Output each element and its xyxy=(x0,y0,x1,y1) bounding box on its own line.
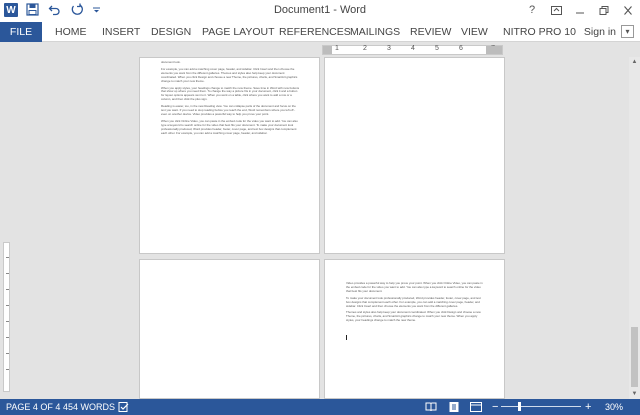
ruler-right-margin xyxy=(486,46,502,54)
title-bar: W Document1 - Word ? xyxy=(0,0,640,22)
proofing-icon[interactable] xyxy=(118,402,130,412)
undo-icon[interactable] xyxy=(48,3,62,17)
ruler-tick xyxy=(6,273,9,274)
tab-insert[interactable]: INSERT xyxy=(102,22,140,42)
page-3[interactable] xyxy=(139,259,320,399)
scroll-down-icon[interactable]: ▼ xyxy=(629,389,640,399)
ruler-number: 6 xyxy=(459,45,463,52)
zoom-level[interactable]: 30% xyxy=(605,402,623,412)
ruler-number: 5 xyxy=(435,45,439,52)
ribbon-expand-icon[interactable]: ▾ xyxy=(621,25,634,38)
paragraph: When you click Online Video, you can pas… xyxy=(161,118,298,135)
scroll-thumb[interactable] xyxy=(631,327,638,387)
tab-page-layout[interactable]: PAGE LAYOUT xyxy=(202,22,275,42)
ruler-text-area: 1 2 3 4 5 6 7 xyxy=(322,45,503,55)
read-mode-icon[interactable] xyxy=(425,402,437,412)
paragraph: For example, you can add a matching cove… xyxy=(161,66,298,83)
tab-nitro-pro[interactable]: NITRO PRO 10 xyxy=(503,22,576,42)
page-4[interactable]: Video provides a powerful way to help yo… xyxy=(324,259,505,399)
ruler-tick xyxy=(6,289,9,290)
sign-in-link[interactable]: Sign in xyxy=(584,22,616,42)
ruler-tick xyxy=(6,337,9,338)
page-1-text: document look. For example, you can add … xyxy=(161,60,301,139)
redo-icon[interactable] xyxy=(70,3,84,17)
ruler-left-margin xyxy=(323,46,332,54)
zoom-out-button[interactable]: − xyxy=(492,400,498,414)
word-count[interactable]: 454 WORDS xyxy=(63,402,115,412)
web-layout-icon[interactable] xyxy=(470,402,482,412)
ruler-tick xyxy=(6,257,9,258)
tab-view[interactable]: VIEW xyxy=(461,22,488,42)
paragraph: Video provides a powerful way to help yo… xyxy=(346,281,483,293)
vertical-scrollbar[interactable]: ▲ ▼ xyxy=(629,57,640,399)
ribbon-tabs: FILE HOME INSERT DESIGN PAGE LAYOUT REFE… xyxy=(0,22,640,42)
page-count[interactable]: PAGE 4 OF 4 xyxy=(6,402,60,412)
restore-icon[interactable] xyxy=(592,0,616,20)
ruler-number: 4 xyxy=(411,45,415,52)
vertical-ruler[interactable] xyxy=(0,57,12,399)
tab-home[interactable]: HOME xyxy=(55,22,87,42)
paragraph: Themes and styles also help keep your do… xyxy=(346,310,481,323)
page-1[interactable]: document look. For example, you can add … xyxy=(139,57,320,254)
page-2[interactable] xyxy=(324,57,505,254)
ribbon-display-icon[interactable] xyxy=(544,0,568,20)
tab-review[interactable]: REVIEW xyxy=(410,22,451,42)
horizontal-ruler[interactable]: 1 2 3 4 5 6 7 xyxy=(0,43,640,57)
paragraph: When you apply styles, your headings cha… xyxy=(161,85,300,102)
close-icon[interactable] xyxy=(616,0,640,20)
minimize-icon[interactable] xyxy=(568,0,592,20)
paragraph: Reading is easier, too, in the new Readi… xyxy=(161,104,296,116)
tab-design[interactable]: DESIGN xyxy=(151,22,191,42)
ruler-number: 3 xyxy=(387,45,391,52)
ruler-tick xyxy=(6,305,9,306)
ruler-tick xyxy=(6,353,9,354)
zoom-in-button[interactable]: + xyxy=(585,400,591,414)
page-4-text: Video provides a powerful way to help yo… xyxy=(346,281,486,326)
customize-icon[interactable] xyxy=(92,3,106,17)
zoom-slider-thumb[interactable] xyxy=(518,402,521,411)
paragraph: To make your document look professionall… xyxy=(346,295,481,308)
text-cursor xyxy=(346,335,347,340)
quick-access-toolbar: W xyxy=(4,3,106,17)
tab-mailings[interactable]: MAILINGS xyxy=(350,22,400,42)
paragraph: document look. xyxy=(161,60,181,64)
ruler-number: 2 xyxy=(363,45,367,52)
tab-references[interactable]: REFERENCES xyxy=(279,22,351,42)
word-icon[interactable]: W xyxy=(4,3,18,17)
help-icon[interactable]: ? xyxy=(520,0,544,20)
ruler-text-area xyxy=(3,242,10,392)
ruler-tick xyxy=(6,369,9,370)
save-icon[interactable] xyxy=(26,3,40,17)
print-layout-icon[interactable] xyxy=(448,402,460,412)
window-controls: ? xyxy=(520,0,640,20)
status-bar: PAGE 4 OF 4 454 WORDS − + 30% xyxy=(0,399,640,415)
zoom-slider[interactable] xyxy=(501,406,581,407)
scroll-up-icon[interactable]: ▲ xyxy=(629,57,640,67)
tab-file[interactable]: FILE xyxy=(0,22,42,42)
ruler-tick xyxy=(6,321,9,322)
ruler-number: 1 xyxy=(335,45,339,52)
